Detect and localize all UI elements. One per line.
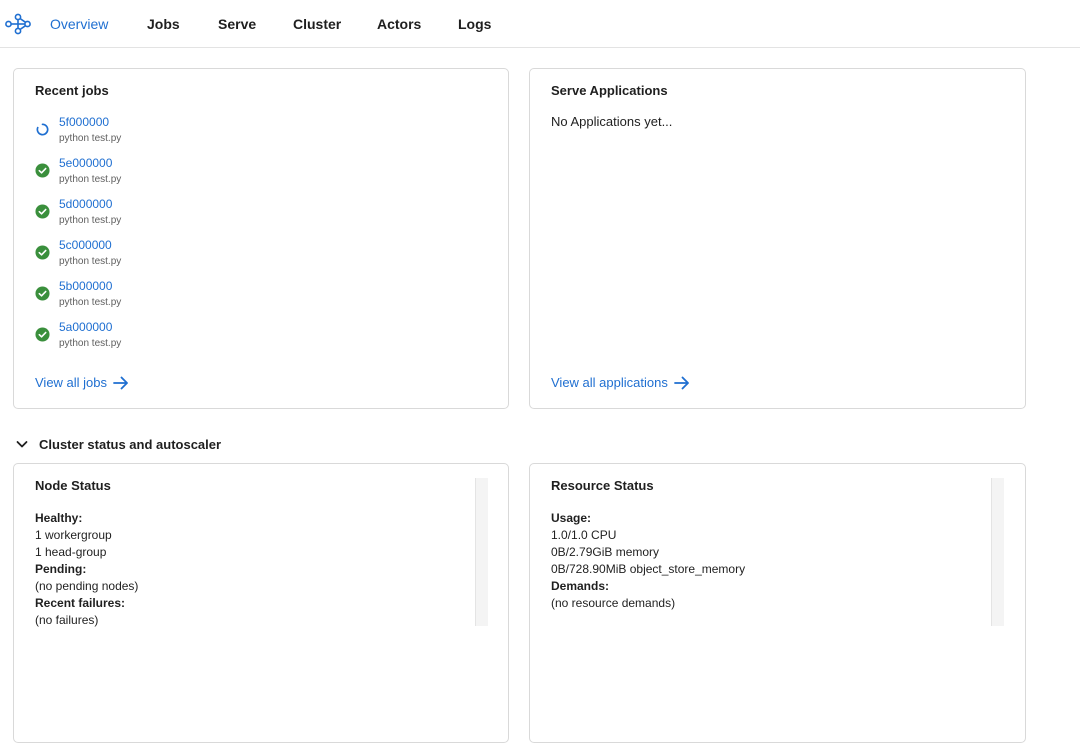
- healthy-node-group: 1 head-group: [35, 545, 107, 559]
- check-circle-icon: [35, 163, 50, 178]
- resource-status-body: Usage: 1.0/1.0 CPU 0B/2.79GiB memory 0B/…: [551, 510, 991, 612]
- resource-status-scrollbar[interactable]: [991, 478, 1004, 626]
- spinner-icon: [36, 123, 49, 136]
- job-id-link[interactable]: 5f000000: [59, 115, 109, 129]
- check-circle-icon: [35, 286, 50, 301]
- usage-object-store-memory: 0B/728.90MiB object_store_memory: [551, 562, 746, 576]
- nav-tab-overview[interactable]: Overview: [50, 0, 108, 47]
- usage-label: Usage:: [551, 511, 592, 525]
- ray-logo-icon[interactable]: [5, 11, 31, 37]
- node-status-body: Healthy: 1 workergroup 1 head-group Pend…: [35, 510, 475, 629]
- job-list-item: 5c000000 python test.py: [35, 238, 335, 274]
- job-id-link[interactable]: 5c000000: [59, 238, 112, 252]
- top-navigation: Overview Jobs Serve Cluster Actors Logs: [0, 0, 1080, 48]
- job-list-item: 5b000000 python test.py: [35, 279, 335, 315]
- job-list-item: 5e000000 python test.py: [35, 156, 335, 192]
- nav-tab-cluster[interactable]: Cluster: [293, 0, 341, 47]
- cluster-status-section-toggle[interactable]: Cluster status and autoscaler: [14, 436, 221, 452]
- check-circle-icon: [35, 204, 50, 219]
- job-id-link[interactable]: 5a000000: [59, 320, 112, 334]
- job-command: python test.py: [59, 215, 122, 226]
- serve-applications-title: Serve Applications: [551, 83, 668, 98]
- nav-tab-actors[interactable]: Actors: [377, 0, 421, 47]
- job-command: python test.py: [59, 256, 122, 267]
- job-command: python test.py: [59, 338, 122, 349]
- node-status-title: Node Status: [35, 478, 111, 493]
- view-all-applications-link[interactable]: View all applications: [551, 375, 690, 390]
- job-list-item: 5a000000 python test.py: [35, 320, 335, 356]
- arrow-right-icon: [113, 376, 128, 389]
- recent-failures-label: Recent failures:: [35, 596, 126, 610]
- healthy-node-group: 1 workergroup: [35, 528, 112, 542]
- job-command: python test.py: [59, 297, 122, 308]
- nav-tab-logs[interactable]: Logs: [458, 0, 491, 47]
- job-id-link[interactable]: 5e000000: [59, 156, 112, 170]
- demands-label: Demands:: [551, 579, 610, 593]
- node-status-scrollbar[interactable]: [475, 478, 488, 626]
- usage-cpu: 1.0/1.0 CPU: [551, 528, 617, 542]
- job-id-link[interactable]: 5d000000: [59, 197, 112, 211]
- healthy-label: Healthy:: [35, 511, 83, 525]
- check-circle-icon: [35, 327, 50, 342]
- view-all-jobs-label: View all jobs: [35, 375, 108, 390]
- recent-jobs-card: Recent jobs 5f000000 python test.py 5e00…: [13, 68, 509, 409]
- recent-jobs-title: Recent jobs: [35, 83, 109, 98]
- node-status-card: Node Status Healthy: 1 workergroup 1 hea…: [13, 463, 509, 743]
- job-id-link[interactable]: 5b000000: [59, 279, 112, 293]
- job-command: python test.py: [59, 174, 122, 185]
- resource-status-card: Resource Status Usage: 1.0/1.0 CPU 0B/2.…: [529, 463, 1026, 743]
- serve-applications-card: Serve Applications No Applications yet..…: [529, 68, 1026, 409]
- pending-label: Pending:: [35, 562, 87, 576]
- nav-tab-serve[interactable]: Serve: [218, 0, 256, 47]
- job-list-item: 5f000000 python test.py: [35, 115, 335, 151]
- view-all-jobs-link[interactable]: View all jobs: [35, 375, 129, 390]
- job-command: python test.py: [59, 133, 122, 144]
- chevron-down-icon: [16, 441, 28, 448]
- arrow-right-icon: [673, 376, 689, 389]
- check-circle-icon: [35, 245, 50, 260]
- demands-value: (no resource demands): [551, 596, 676, 610]
- recent-failures-value: (no failures): [35, 613, 99, 627]
- job-list-item: 5d000000 python test.py: [35, 197, 335, 233]
- usage-memory: 0B/2.79GiB memory: [551, 545, 660, 559]
- empty-applications-message: No Applications yet...: [551, 114, 673, 129]
- cluster-status-section-label: Cluster status and autoscaler: [39, 436, 222, 452]
- resource-status-title: Resource Status: [551, 478, 654, 493]
- nav-tab-jobs[interactable]: Jobs: [147, 0, 180, 47]
- pending-value: (no pending nodes): [35, 579, 139, 593]
- view-all-applications-label: View all applications: [551, 375, 668, 390]
